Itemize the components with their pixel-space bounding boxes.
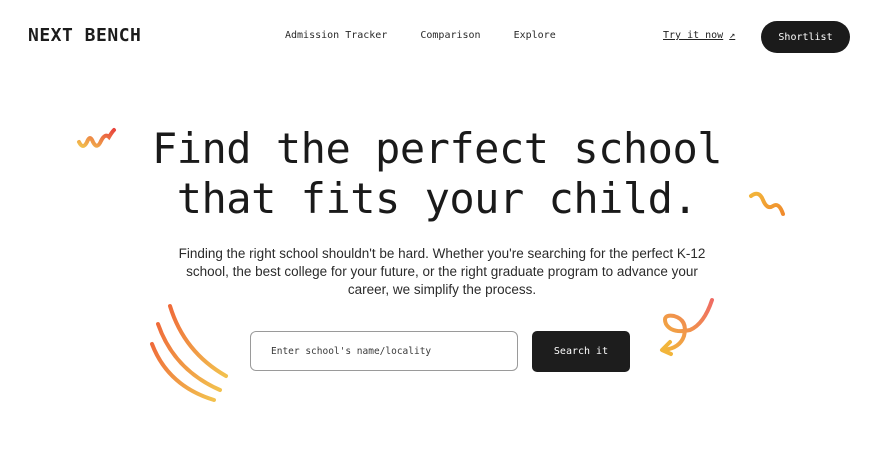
arrow-up-right-icon: ↗	[729, 30, 736, 41]
brand-logo[interactable]: NEXT BENCH	[28, 25, 141, 46]
nav-links: Admission Tracker Comparison Explore	[285, 30, 556, 41]
loop-arrow-doodle	[660, 298, 714, 356]
try-it-now-link[interactable]: Try it now ↗	[663, 30, 735, 41]
squiggle-doodle-right	[749, 191, 785, 216]
hero-headline-line-2: that fits your child.	[176, 174, 698, 223]
hero-headline-line-1: Find the perfect school	[151, 124, 723, 173]
school-search-input[interactable]	[250, 331, 518, 371]
try-it-now-label: Try it now	[663, 30, 724, 41]
nav-link-admission-tracker[interactable]: Admission Tracker	[285, 30, 387, 41]
search-button[interactable]: Search it	[532, 331, 630, 372]
nav-link-comparison[interactable]: Comparison	[420, 30, 480, 41]
hero-subtext: Finding the right school shouldn't be ha…	[178, 246, 706, 297]
arc-lines-doodle	[150, 304, 228, 402]
top-nav: NEXT BENCH Admission Tracker Comparison …	[0, 0, 874, 75]
hero-headline: Find the perfect school that fits your c…	[0, 124, 874, 224]
shortlist-button[interactable]: Shortlist	[761, 21, 850, 53]
zigzag-doodle-left	[77, 128, 116, 148]
nav-link-explore[interactable]: Explore	[514, 30, 556, 41]
